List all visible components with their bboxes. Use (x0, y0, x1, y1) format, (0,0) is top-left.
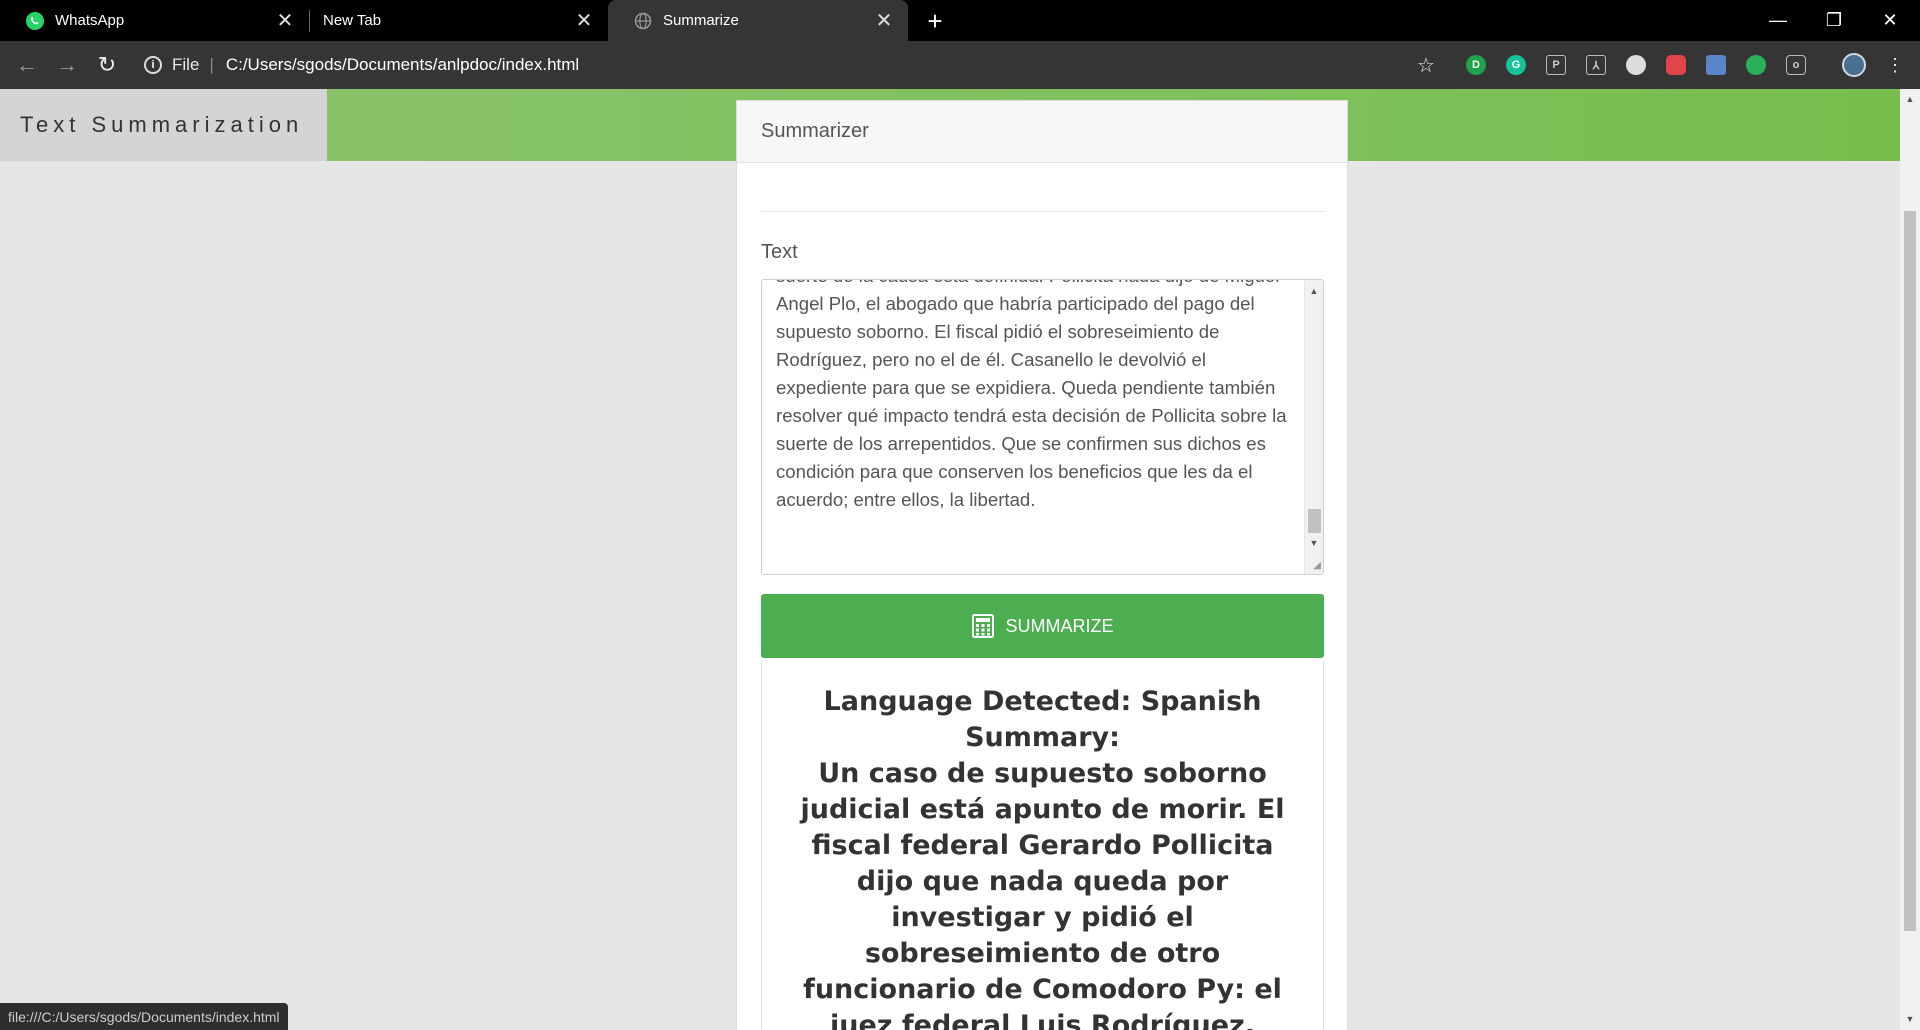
scroll-down-icon[interactable]: ▼ (1305, 535, 1323, 551)
card-title: Summarizer (737, 101, 1347, 163)
shield-extension-icon[interactable] (1666, 55, 1686, 75)
back-button[interactable]: ← (12, 50, 42, 80)
scroll-thumb[interactable] (1308, 509, 1321, 533)
summarizer-card: Summarizer Text suerte de la causa está … (736, 100, 1348, 1030)
menu-kebab-icon[interactable]: ⋮ (1880, 50, 1910, 80)
extension-circle-icon[interactable] (1626, 55, 1646, 75)
restore-button[interactable]: ❐ (1806, 0, 1862, 41)
pdf-extension-icon[interactable]: ⅄ (1586, 55, 1606, 75)
resize-grip-icon[interactable]: ◢ (1309, 560, 1321, 572)
calculator-icon (971, 614, 994, 638)
whatsapp-icon (25, 11, 45, 31)
tab-title: Summarize (663, 12, 739, 29)
scroll-up-icon[interactable]: ▲ (1305, 283, 1323, 299)
page-scroll-thumb[interactable] (1904, 211, 1916, 931)
scroll-up-icon[interactable]: ▲ (1900, 91, 1920, 107)
extension-bulb-icon[interactable]: o (1786, 55, 1806, 75)
globe-icon (633, 11, 653, 31)
bookmark-star-icon[interactable]: ☆ (1411, 50, 1441, 80)
summary-text: Un caso de supuesto soborno judicial est… (800, 758, 1285, 1030)
url-text[interactable]: C:/Users/sgods/Documents/anlpdoc/index.h… (226, 55, 579, 75)
grammarly-icon[interactable]: G (1506, 55, 1526, 75)
divider (761, 211, 1324, 212)
text-label: Text (761, 241, 798, 263)
close-icon[interactable]: ✕ (872, 9, 896, 33)
tab-strip: WhatsApp ✕ New Tab ✕ Summarize ✕ + — ❐ ✕ (0, 0, 1920, 41)
extension-green-icon[interactable] (1746, 55, 1766, 75)
tab-title: New Tab (323, 12, 382, 29)
info-icon[interactable]: i (144, 56, 162, 74)
browser-toolbar: ← → ↻ i File | C:/Users/sgods/Documents/… (0, 41, 1920, 89)
url-scheme-label: File (172, 55, 200, 74)
new-tab-button[interactable]: + (920, 6, 950, 36)
summary-heading: Summary: (965, 722, 1120, 753)
window-close-button[interactable]: ✕ (1862, 0, 1918, 41)
scroll-down-icon[interactable]: ▼ (1900, 1011, 1920, 1027)
page-scrollbar[interactable]: ▲ ▼ (1900, 89, 1920, 1030)
close-icon[interactable]: ✕ (572, 9, 596, 33)
summarize-button[interactable]: SUMMARIZE (761, 594, 1324, 658)
close-icon[interactable]: ✕ (273, 9, 297, 33)
brand-title[interactable]: Text Summarization (0, 89, 327, 161)
text-input-content[interactable]: suerte de la causa está definida. Pollic… (776, 280, 1291, 514)
tab-summarize[interactable]: Summarize ✕ (608, 0, 908, 41)
text-input-area[interactable]: suerte de la causa está definida. Pollic… (761, 279, 1324, 575)
address-bar[interactable]: i File | C:/Users/sgods/Documents/anlpdo… (144, 49, 579, 81)
forward-button[interactable]: → (52, 50, 82, 80)
minimize-button[interactable]: — (1750, 0, 1806, 41)
language-detected: Language Detected: Spanish (823, 686, 1262, 717)
extension-d-icon[interactable]: D (1466, 55, 1486, 75)
tab-whatsapp[interactable]: WhatsApp ✕ (0, 0, 309, 41)
textarea-scrollbar[interactable]: ▲ ▼ (1304, 280, 1323, 574)
tab-new-tab[interactable]: New Tab ✕ (309, 0, 608, 41)
summarize-button-label: SUMMARIZE (1005, 615, 1114, 636)
status-bar-url: file:///C:/Users/sgods/Documents/index.h… (0, 1003, 288, 1030)
url-divider: | (209, 55, 214, 74)
extension-window-icon[interactable] (1706, 55, 1726, 75)
extension-p-icon[interactable]: P (1546, 55, 1566, 75)
summary-result: Language Detected: Spanish Summary: Un c… (761, 660, 1324, 1030)
profile-avatar[interactable] (1842, 53, 1866, 77)
reload-button[interactable]: ↻ (92, 50, 122, 80)
tab-title: WhatsApp (55, 12, 125, 29)
page-viewport: Text Summarization Summarizer Text suert… (0, 89, 1900, 1030)
